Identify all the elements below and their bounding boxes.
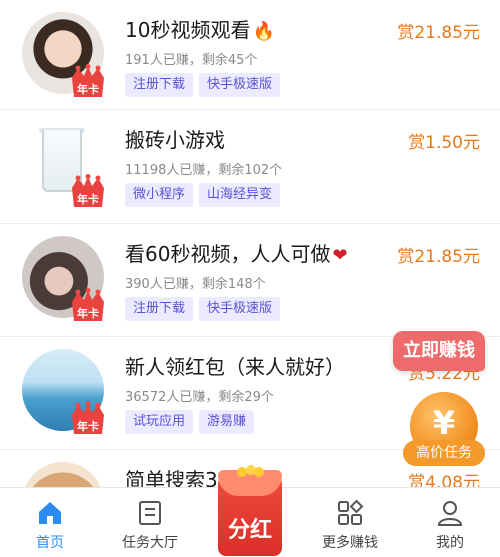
- task-avatar: 年卡: [22, 122, 104, 207]
- task-stats: 36572人已赚，剩余29个: [125, 390, 274, 405]
- task-stats: 11198人已赚，剩余102个: [125, 163, 283, 178]
- person-icon: [437, 501, 463, 526]
- nav-item-mine[interactable]: 我的: [400, 488, 500, 557]
- task-tag: 注册下载: [125, 297, 194, 321]
- heart-icon: ❤: [332, 245, 348, 266]
- task-item[interactable]: 年卡 10秒视频观看 🔥 191人已赚，剩余45个 注册下载 快手极速版 赏21.…: [0, 0, 500, 110]
- nav-item-more-earn[interactable]: 更多赚钱: [300, 488, 400, 557]
- task-avatar: 年卡: [22, 349, 104, 434]
- task-tag: 注册下载: [125, 73, 194, 97]
- task-title: 看60秒视频，人人可做 ❤: [125, 242, 348, 266]
- nav-item-home[interactable]: 首页: [0, 488, 100, 557]
- task-avatar: [22, 462, 104, 487]
- task-tags: 微小程序 山海经异变: [125, 183, 281, 207]
- task-avatar: 年卡: [22, 236, 104, 321]
- task-avatar: 年卡: [22, 12, 104, 97]
- fire-icon: 🔥: [252, 21, 275, 42]
- task-tags: 注册下载 快手极速版: [125, 73, 281, 97]
- task-stats: 191人已赚，剩余45个: [125, 53, 258, 68]
- task-item[interactable]: 年卡 搬砖小游戏 11198人已赚，剩余102个 微小程序 山海经异变 赏1.5…: [0, 110, 500, 224]
- crown-badge-icon: 年卡: [68, 174, 108, 210]
- crown-badge-icon: 年卡: [68, 64, 108, 100]
- nav-label: 我的: [436, 535, 464, 551]
- nav-label: 首页: [36, 535, 64, 551]
- baby-photo: [22, 462, 104, 487]
- task-tag: 快手极速版: [199, 73, 281, 97]
- task-stats: 390人已赚，剩余148个: [125, 277, 266, 292]
- coins-icon: [237, 465, 264, 477]
- crown-badge-icon: 年卡: [68, 288, 108, 324]
- task-tag: 微小程序: [125, 183, 194, 207]
- badge-label: 年卡: [77, 307, 99, 320]
- crown-badge-icon: 年卡: [68, 401, 108, 437]
- home-icon: [39, 502, 61, 524]
- task-tag: 试玩应用: [125, 410, 194, 434]
- task-reward: 赏21.85元: [397, 247, 480, 267]
- task-title: 搬砖小游戏: [125, 128, 225, 152]
- nav-label: 分红: [227, 518, 272, 543]
- task-title: 10秒视频观看 🔥: [125, 18, 275, 42]
- badge-label: 年卡: [77, 83, 99, 96]
- high-price-task-button[interactable]: 高价任务: [403, 440, 485, 466]
- earn-now-button[interactable]: 立即赚钱: [393, 331, 485, 371]
- task-title: 简单搜索3: [125, 468, 218, 487]
- badge-label: 年卡: [77, 193, 99, 206]
- nav-label: 任务大厅: [122, 535, 178, 551]
- task-tags: 试玩应用 游易赚: [125, 410, 255, 434]
- nav-item-task-hall[interactable]: 任务大厅: [100, 488, 200, 557]
- task-tags: 注册下载 快手极速版: [125, 297, 281, 321]
- task-title: 新人领红包（来人就好）: [125, 355, 345, 379]
- nav-label: 更多赚钱: [322, 535, 378, 551]
- task-reward: 赏1.50元: [408, 133, 480, 153]
- task-reward: 赏4.08元: [408, 473, 480, 487]
- task-reward: 赏21.85元: [397, 23, 480, 43]
- task-tag: 游易赚: [199, 410, 255, 434]
- task-tag: 山海经异变: [199, 183, 281, 207]
- nav-item-dividend[interactable]: 分红: [212, 462, 288, 557]
- grid-apps-icon: [338, 499, 364, 525]
- task-item[interactable]: 年卡 看60秒视频，人人可做 ❤ 390人已赚，剩余148个 注册下载 快手极速版…: [0, 224, 500, 337]
- task-list-icon: [139, 501, 161, 525]
- task-tag: 快手极速版: [199, 297, 281, 321]
- badge-label: 年卡: [77, 420, 99, 433]
